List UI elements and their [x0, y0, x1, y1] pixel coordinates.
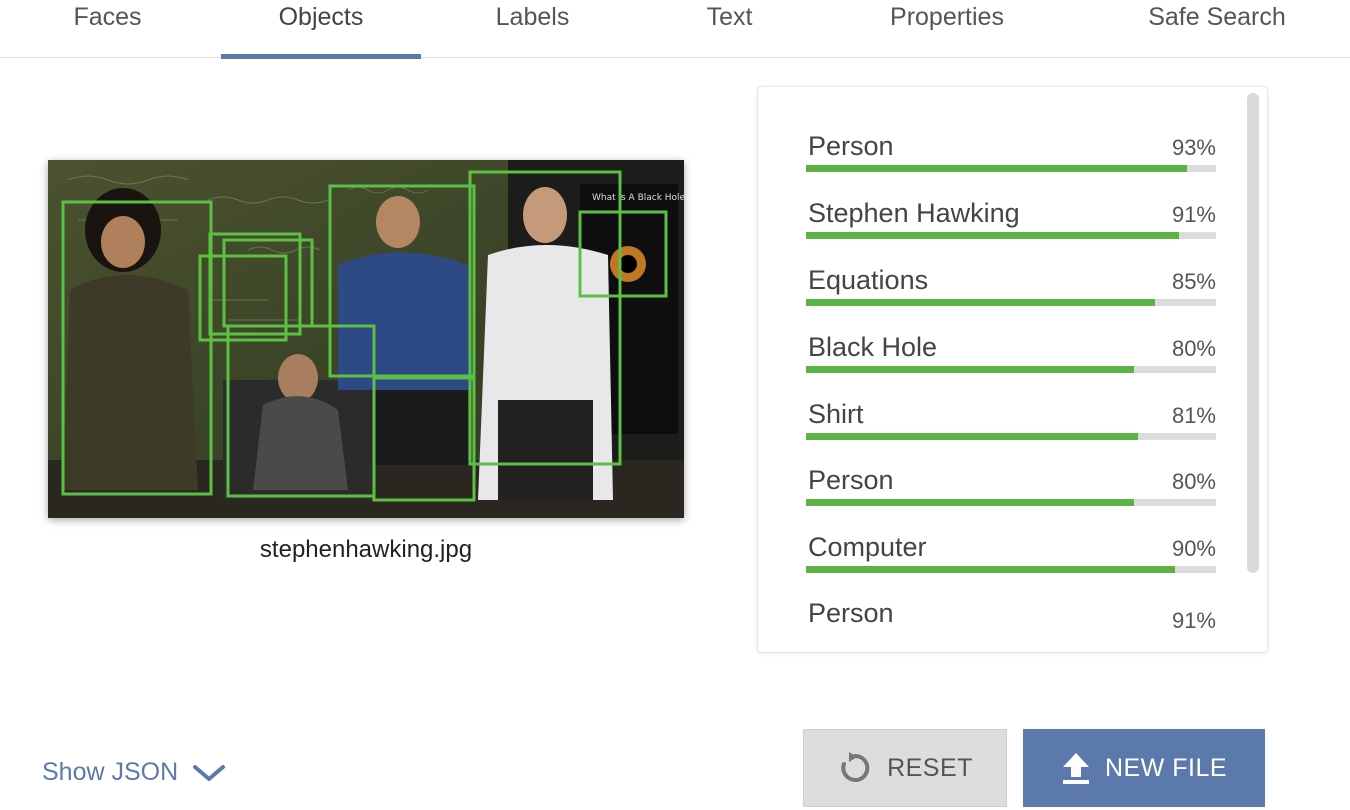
result-item: Black Hole 80%	[806, 332, 1216, 398]
results-scrollbar[interactable]	[1247, 93, 1259, 573]
new-file-label: NEW FILE	[1104, 753, 1228, 782]
result-percent: 91%	[1171, 608, 1216, 633]
result-label: Shirt	[808, 399, 864, 429]
result-item: Person 93%	[806, 131, 1216, 197]
result-item: Equations 85%	[806, 265, 1216, 331]
score-bar-track	[806, 232, 1216, 239]
show-json-toggle[interactable]: Show JSON	[42, 758, 226, 787]
reset-label: RESET	[887, 753, 973, 782]
result-percent: 81%	[1171, 403, 1216, 428]
tab-text[interactable]: Text	[662, 0, 797, 58]
tab-faces[interactable]: Faces	[40, 0, 175, 58]
tab-bar: Faces Objects Labels Text Properties Saf…	[0, 0, 1350, 59]
upload-arrow-icon	[1062, 753, 1089, 784]
score-bar-fill	[806, 499, 1134, 506]
tab-objects[interactable]: Objects	[221, 0, 421, 59]
score-bar-track	[806, 433, 1216, 440]
new-file-button[interactable]: NEW FILE	[1023, 729, 1265, 807]
result-percent: 85%	[1171, 269, 1216, 294]
tab-properties[interactable]: Properties	[862, 0, 1032, 58]
result-percent: 91%	[1171, 202, 1216, 227]
result-item: Shirt 81%	[806, 399, 1216, 465]
results-panel: Person 93% Stephen Hawking 91% Equations…	[757, 86, 1268, 653]
poster-text: What is A Black Hole?	[592, 193, 684, 203]
result-label: Computer	[808, 532, 927, 562]
chevron-down-icon	[193, 764, 226, 781]
result-percent: 90%	[1171, 536, 1216, 561]
score-bar-fill	[806, 232, 1180, 239]
result-label: Person	[808, 131, 894, 161]
show-json-label: Show JSON	[42, 758, 179, 786]
score-bar-fill	[806, 165, 1188, 172]
score-bar-fill	[806, 433, 1139, 440]
score-bar-track	[806, 499, 1216, 506]
result-label: Person	[808, 465, 894, 495]
result-percent: 80%	[1171, 469, 1216, 494]
score-bar-track	[806, 165, 1216, 172]
tab-labels[interactable]: Labels	[465, 0, 600, 58]
reset-arrow-icon	[841, 752, 870, 782]
result-percent: 80%	[1171, 336, 1216, 361]
result-item: Person 80%	[806, 465, 1216, 531]
score-bar-track	[806, 566, 1216, 573]
score-bar-fill	[806, 366, 1134, 373]
score-bar-fill	[806, 566, 1175, 573]
score-bar-fill	[806, 299, 1155, 306]
result-label: Equations	[808, 265, 929, 295]
score-bar-track	[806, 366, 1216, 373]
result-label: Person	[808, 598, 894, 628]
image-filename: stephenhawking.jpg	[259, 536, 473, 563]
result-percent: 93%	[1171, 135, 1216, 160]
photo-illustration: What is A Black Hole?	[48, 160, 684, 518]
tab-safe-search[interactable]: Safe Search	[1110, 0, 1324, 58]
analyzed-image: What is A Black Hole?	[48, 160, 684, 518]
result-label: Stephen Hawking	[808, 198, 1020, 228]
result-item: Computer 90%	[806, 532, 1216, 598]
result-item: Person 91%	[806, 598, 1216, 652]
result-label: Black Hole	[808, 332, 938, 362]
reset-button[interactable]: RESET	[803, 729, 1007, 807]
score-bar-track	[806, 299, 1216, 306]
result-item: Stephen Hawking 91%	[806, 198, 1216, 264]
